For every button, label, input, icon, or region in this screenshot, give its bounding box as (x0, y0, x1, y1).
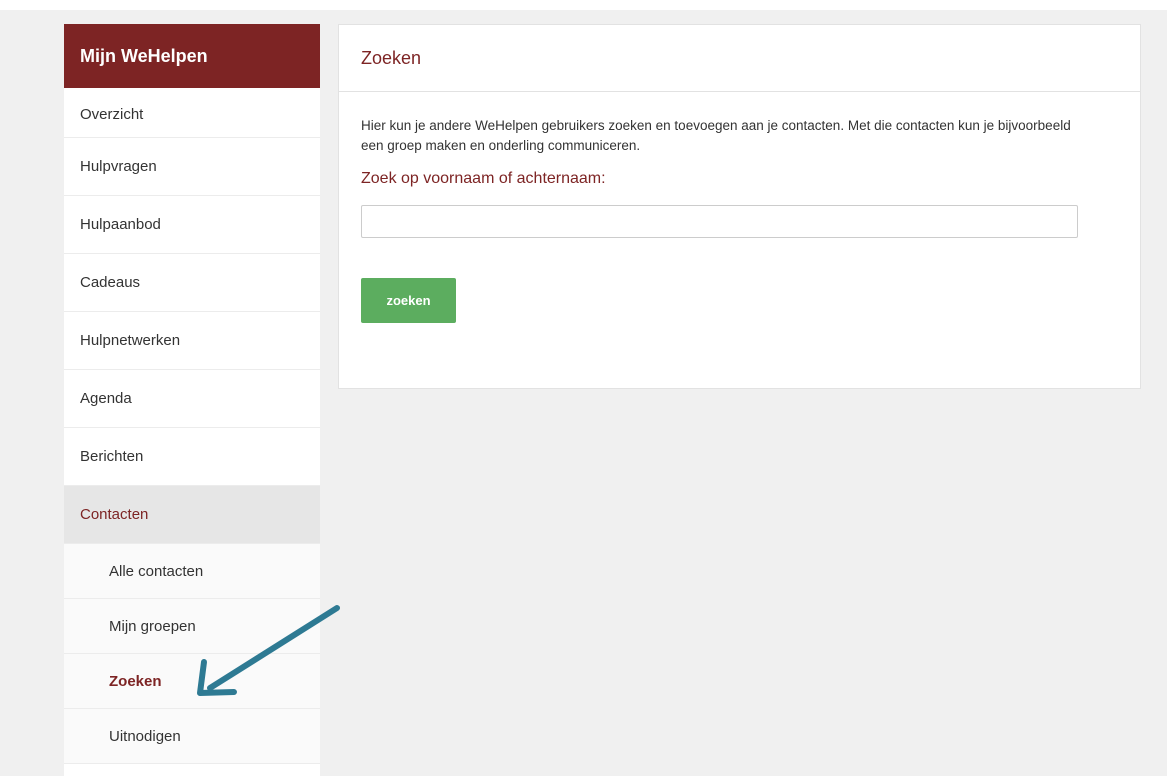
panel-body: Hier kun je andere WeHelpen gebruikers z… (339, 92, 1140, 323)
sidebar-item-hulpvragen[interactable]: Hulpvragen (64, 138, 320, 196)
sidebar-item-contacten[interactable]: Contacten (64, 486, 320, 544)
sidebar-subitem-zoeken[interactable]: Zoeken (64, 654, 320, 709)
sidebar-item-overzicht[interactable]: Overzicht (64, 88, 320, 138)
sidebar-item-cadeaus[interactable]: Cadeaus (64, 254, 320, 312)
search-panel: Zoeken Hier kun je andere WeHelpen gebru… (338, 24, 1141, 389)
sidebar-item-hulpnetwerken[interactable]: Hulpnetwerken (64, 312, 320, 370)
sidebar-item-agenda[interactable]: Agenda (64, 370, 320, 428)
search-label: Zoek op voornaam of achternaam: (361, 170, 606, 187)
search-button[interactable]: zoeken (361, 278, 456, 323)
sidebar-title: Mijn WeHelpen (64, 24, 320, 88)
sidebar-subitem-uitnodigen[interactable]: Uitnodigen (64, 709, 320, 764)
sidebar-subitem-mijn-groepen[interactable]: Mijn groepen (64, 599, 320, 654)
top-strip (0, 0, 1167, 10)
sidebar-item-hulpaanbod[interactable]: Hulpaanbod (64, 196, 320, 254)
page-title: Zoeken (339, 25, 1140, 92)
sidebar-subitem-alle-contacten[interactable]: Alle contacten (64, 544, 320, 599)
sidebar-item-berichten[interactable]: Berichten (64, 428, 320, 486)
search-input[interactable] (361, 205, 1078, 238)
intro-text: Hier kun je andere WeHelpen gebruikers z… (361, 118, 1071, 153)
sidebar: Mijn WeHelpen Overzicht Hulpvragen Hulpa… (64, 24, 320, 776)
